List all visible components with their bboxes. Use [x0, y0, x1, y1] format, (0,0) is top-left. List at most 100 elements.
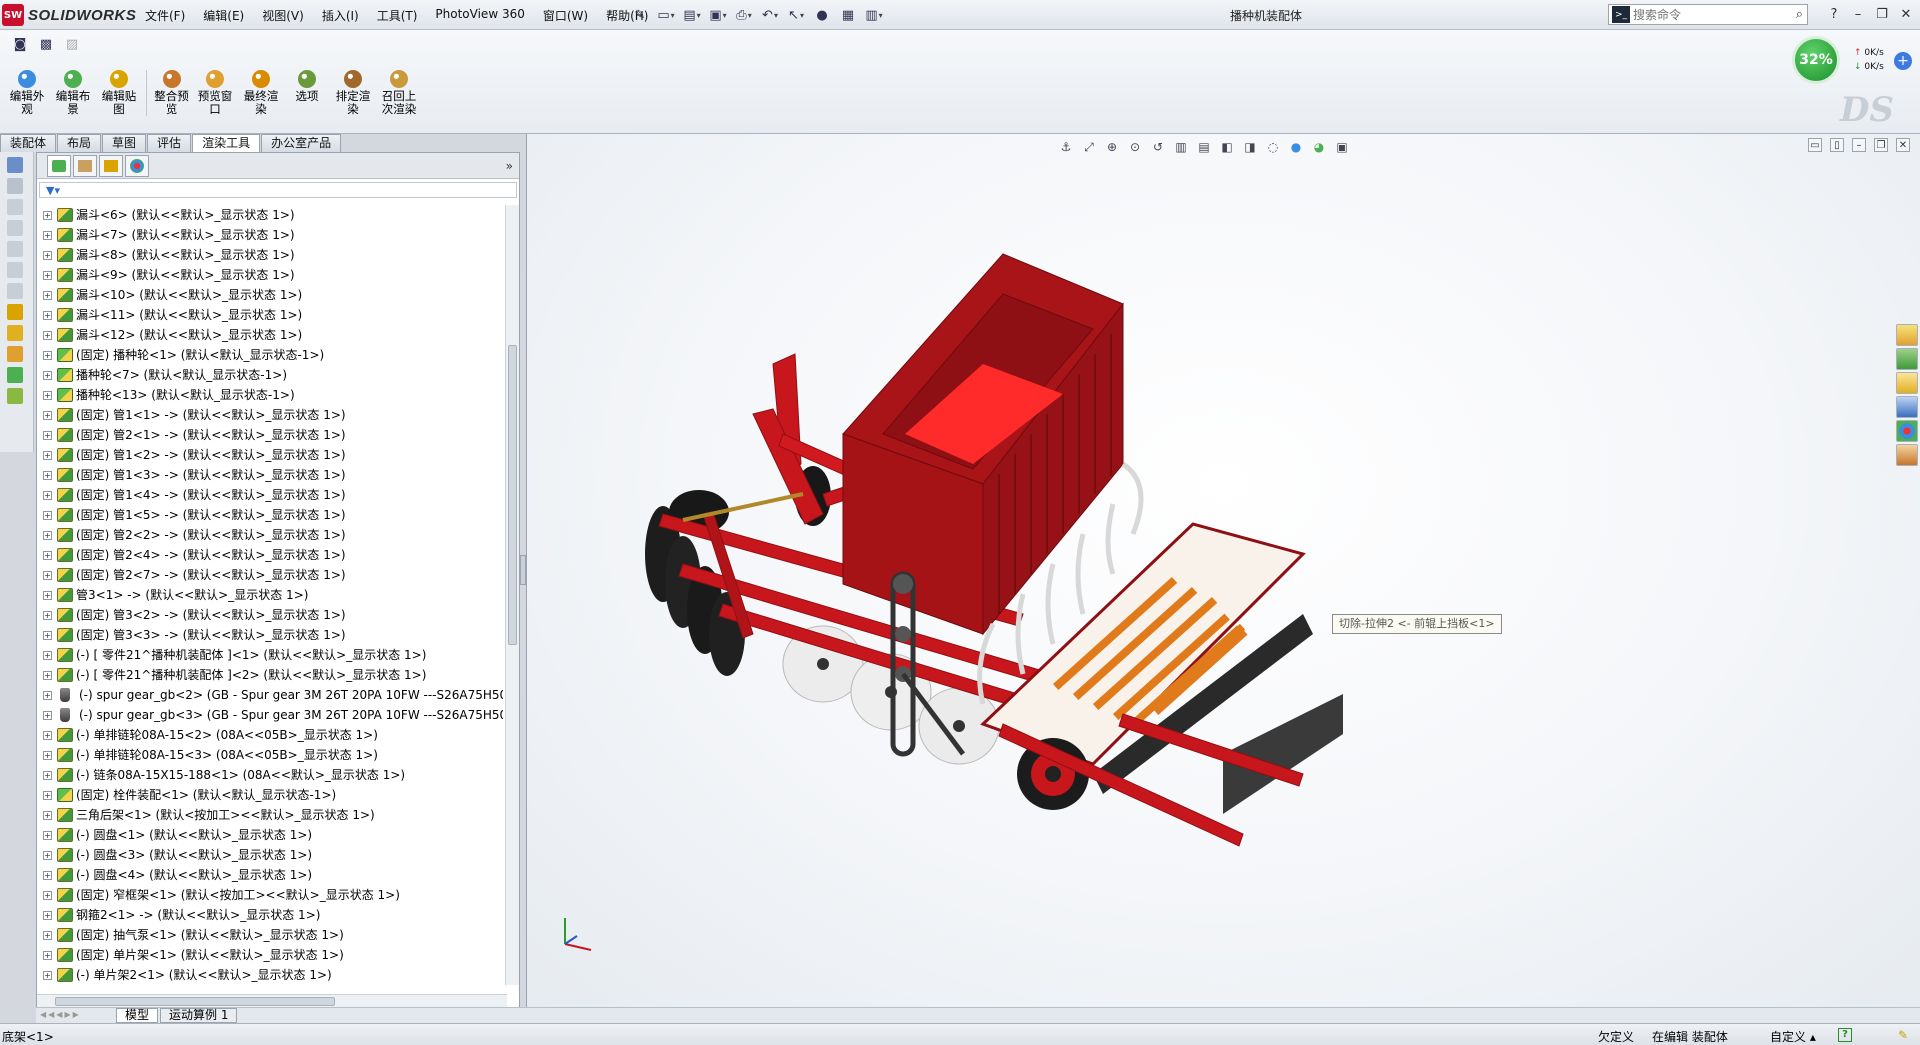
quick-tips-help-icon[interactable]: ? [1838, 1028, 1852, 1042]
expand-toggle-icon[interactable]: + [43, 270, 52, 280]
options-icon[interactable]: ▥ [864, 5, 884, 25]
tree-row[interactable]: + 漏斗<12> (默认<<默认>_显示状态 1>) [37, 325, 503, 345]
tree-row[interactable]: + (-) spur gear_gb<3> (GB - Spur gear 3M … [37, 705, 503, 725]
expand-toggle-icon[interactable]: + [43, 850, 52, 860]
property-manager-tab[interactable] [73, 154, 97, 177]
command-tab-4[interactable]: 渲染工具 [192, 134, 261, 152]
menu-item-0[interactable]: 文件(F) [136, 7, 194, 24]
minimize-button[interactable]: – [1848, 4, 1868, 24]
command-tab-1[interactable]: 布局 [57, 134, 102, 152]
expand-toggle-icon[interactable]: + [43, 450, 52, 460]
tree-row[interactable]: + (固定) 单片架<1> (默认<<默认>_显示状态 1>) [37, 945, 503, 965]
tree-row[interactable]: + (-) 圆盘<1> (默认<<默认>_显示状态 1>) [37, 825, 503, 845]
tree-row[interactable]: + (固定) 管2<7> -> (默认<<默认>_显示状态 1>) [37, 565, 503, 585]
expand-toggle-icon[interactable]: + [43, 530, 52, 540]
menu-item-1[interactable]: 编辑(E) [194, 7, 253, 24]
tree-row[interactable]: + (固定) 管1<2> -> (默认<<默认>_显示状态 1>) [37, 445, 503, 465]
tree-row[interactable]: + (固定) 栓件装配<1> (默认<默认_显示状态-1>) [37, 785, 503, 805]
camera-icon[interactable]: ◙ [10, 34, 30, 54]
expand-toggle-icon[interactable]: + [43, 910, 52, 920]
status-pin-icon[interactable]: ✎ [1898, 1028, 1908, 1042]
tree-row[interactable]: + (-) 单排链轮08A-15<2> (08A<<05B>_显示状态 1>) [37, 725, 503, 745]
tree-row[interactable]: + 三角后架<1> (默认<按加工><<默认>_显示状态 1>) [37, 805, 503, 825]
search-input[interactable] [1633, 7, 1773, 22]
ribbon-button-7[interactable]: 排定渲染 [330, 70, 376, 116]
tree-row[interactable]: + 漏斗<9> (默认<<默认>_显示状态 1>) [37, 265, 503, 285]
tree-row[interactable]: + (固定) 管1<4> -> (默认<<默认>_显示状态 1>) [37, 485, 503, 505]
tree-filter[interactable]: ▼▾ [39, 182, 517, 198]
pin-icon[interactable]: ✎ [630, 5, 650, 25]
vertical-scroll-thumb[interactable] [508, 345, 517, 645]
ribbon-button-5[interactable]: 最终渲染 [238, 70, 284, 116]
expand-toggle-icon[interactable]: + [43, 950, 52, 960]
restore-button[interactable]: ❐ [1872, 4, 1892, 24]
expand-toggle-icon[interactable]: + [43, 890, 52, 900]
ribbon-button-6[interactable]: 选项 [284, 70, 330, 116]
tree-row[interactable]: + (固定) 管1<3> -> (默认<<默认>_显示状态 1>) [37, 465, 503, 485]
expand-toggle-icon[interactable]: + [43, 470, 52, 480]
expand-toggle-icon[interactable]: + [43, 390, 52, 400]
ribbon-button-0[interactable]: 编辑外观 [4, 70, 50, 116]
configuration-manager-tab[interactable] [99, 154, 123, 177]
expand-toggle-icon[interactable]: + [43, 490, 52, 500]
command-tab-2[interactable]: 草图 [102, 134, 147, 152]
ribbon-button-4[interactable]: 预览窗口 [192, 70, 238, 116]
rotate-icon[interactable] [7, 262, 23, 278]
expand-toggle-icon[interactable]: + [43, 730, 52, 740]
view-orient-icon[interactable]: ⚓ [1057, 138, 1075, 156]
pattern-icon[interactable] [7, 220, 23, 236]
expand-toggle-icon[interactable]: + [43, 410, 52, 420]
expand-toggle-icon[interactable]: + [43, 430, 52, 440]
tree-row[interactable]: + (固定) 管1<5> -> (默认<<默认>_显示状态 1>) [37, 505, 503, 525]
tree-row[interactable]: + 漏斗<7> (默认<<默认>_显示状态 1>) [37, 225, 503, 245]
command-tab-0[interactable]: 装配体 [0, 134, 57, 152]
tree-row[interactable]: + 漏斗<6> (默认<<默认>_显示状态 1>) [37, 205, 503, 225]
expand-toggle-icon[interactable]: + [43, 290, 52, 300]
tree-row[interactable]: + (-) spur gear_gb<2> (GB - Spur gear 3M … [37, 685, 503, 705]
solidworks-resources-icon[interactable] [1896, 324, 1918, 346]
bill-of-materials-icon[interactable] [7, 367, 23, 383]
expand-toggle-icon[interactable]: + [43, 810, 52, 820]
menu-item-5[interactable]: PhotoView 360 [426, 7, 533, 24]
select-cursor-icon[interactable]: ↖ [786, 5, 806, 25]
filter-funnel-icon[interactable]: ▼▾ [46, 184, 60, 197]
menu-item-6[interactable]: 窗口(W) [534, 7, 597, 24]
view-orientation-icon[interactable]: ◧ [1218, 138, 1236, 156]
tree-row[interactable]: + (-) 链条08A-15X15-188<1> (08A<<默认>_显示状态 1… [37, 765, 503, 785]
zoom-to-area-icon[interactable]: ⊕ [1103, 138, 1121, 156]
tree-row[interactable]: + (固定) 管2<4> -> (默认<<默认>_显示状态 1>) [37, 545, 503, 565]
expand-toggle-icon[interactable]: + [43, 350, 52, 360]
expand-toggle-icon[interactable]: + [43, 370, 52, 380]
expand-panel-chevron-icon[interactable]: » [506, 159, 513, 173]
print-icon[interactable]: ⎙ [734, 5, 754, 25]
edit-appearance-icon[interactable]: ● [1287, 138, 1305, 156]
performance-monitor[interactable]: 32% ↑ 0K/s ↓ 0K/s + [1792, 36, 1912, 84]
search-commands-box[interactable]: >_ ⌕ [1608, 4, 1808, 25]
view-settings-icon[interactable]: ▣ [1333, 138, 1351, 156]
status-units-custom[interactable]: 自定义 ▴ [1770, 1028, 1816, 1045]
reference-geometry-icon[interactable] [7, 325, 23, 341]
custom-properties-icon[interactable] [1896, 444, 1918, 466]
disabled-tool-icon[interactable]: ▨ [62, 34, 82, 54]
zoom-to-fit-icon[interactable]: ⤢ [1080, 138, 1098, 156]
tree-row[interactable]: + 播种轮<13> (默认<默认_显示状态-1>) [37, 385, 503, 405]
tab-scroll-arrows[interactable]: ◀◀◀▶▶ [40, 1010, 116, 1022]
search-icon[interactable]: ⌕ [1796, 7, 1803, 22]
seeder-3d-model[interactable] [623, 214, 1343, 874]
tree-row[interactable]: + (固定) 管2<2> -> (默认<<默认>_显示状态 1>) [37, 525, 503, 545]
file-explorer-icon[interactable] [1896, 372, 1918, 394]
expand-toggle-icon[interactable]: + [43, 970, 52, 980]
dynamic-annotation-icon[interactable]: ▤ [1195, 138, 1213, 156]
expand-toggle-icon[interactable]: + [43, 770, 52, 780]
expand-toggle-icon[interactable]: + [43, 650, 52, 660]
close-button[interactable]: ✕ [1896, 4, 1916, 24]
expand-toggle-icon[interactable]: + [43, 750, 52, 760]
tree-row[interactable]: + 钢箍2<1> -> (默认<<默认>_显示状态 1>) [37, 905, 503, 925]
expand-toggle-icon[interactable]: + [43, 870, 52, 880]
doc-close-button[interactable]: ✕ [1896, 138, 1910, 152]
sketch-icon[interactable] [7, 178, 23, 194]
tile-horizontal-icon[interactable]: ▭ [1808, 138, 1822, 152]
tree-row[interactable]: + (-) [ 零件21^播种机装配体 ]<2> (默认<<默认>_显示状态 1>… [37, 665, 503, 685]
expand-toggle-icon[interactable]: + [43, 330, 52, 340]
mate-icon[interactable] [7, 199, 23, 215]
